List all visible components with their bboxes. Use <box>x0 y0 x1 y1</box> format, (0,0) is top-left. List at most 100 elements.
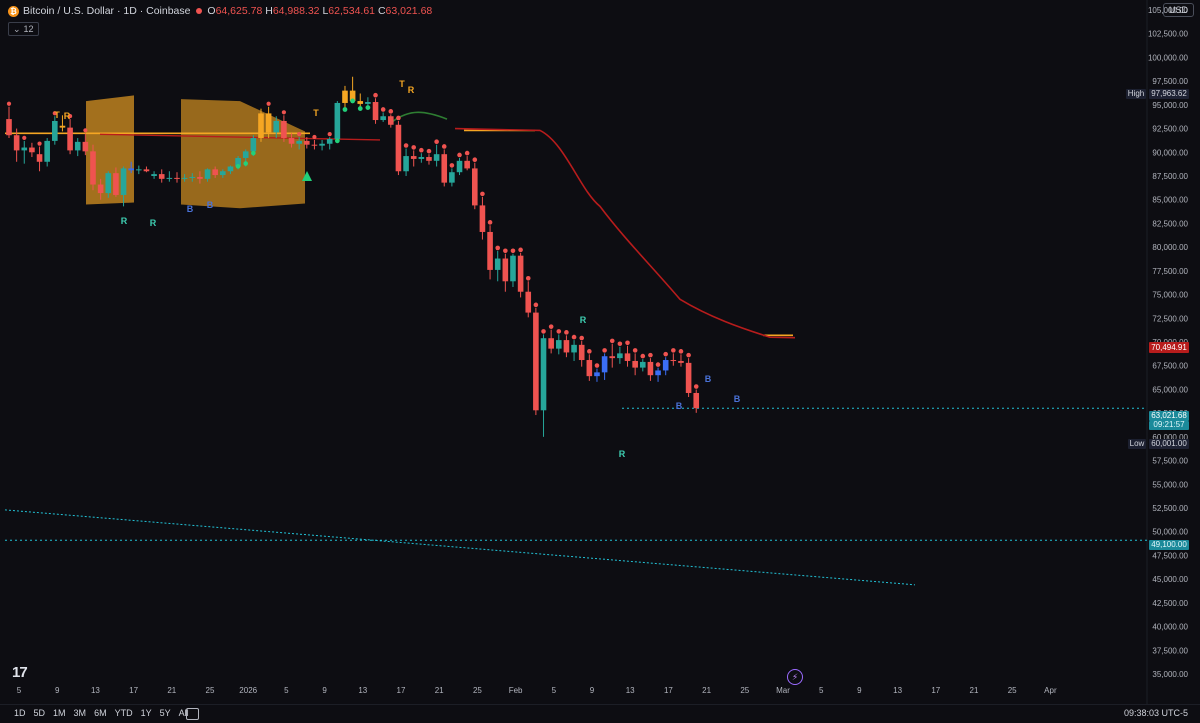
candle <box>151 171 157 179</box>
open-value: 64,625.78 <box>215 5 263 17</box>
signal-marker: B <box>734 394 741 404</box>
candle-body <box>601 356 608 373</box>
resistance-dot <box>503 248 508 254</box>
calendar-icon[interactable] <box>186 708 199 720</box>
candle <box>647 358 654 381</box>
candle <box>502 253 509 292</box>
timeframe-button[interactable]: 1D <box>14 708 26 718</box>
y-tick-label: 52,500.00 <box>1152 504 1188 513</box>
candle-body <box>128 168 134 171</box>
x-tick-label: 21 <box>970 686 979 695</box>
candle <box>426 154 432 165</box>
y-tick-label: 85,000.00 <box>1152 196 1188 205</box>
timeframe-button[interactable]: 3M <box>74 708 87 718</box>
resistance-dot <box>419 147 424 153</box>
symbol-header[interactable]: ₿ Bitcoin / U.S. Dollar · 1D · Coinbase … <box>8 4 432 18</box>
price-chart[interactable]: 105,000.00102,500.00100,000.0097,500.009… <box>0 0 1200 722</box>
x-tick-label: 5 <box>552 686 557 695</box>
supertrend-dot <box>235 164 241 169</box>
candle <box>166 171 173 182</box>
chevron-down-icon: ⌄ <box>13 24 21 34</box>
candle <box>449 168 455 187</box>
y-tick-label: 40,000.00 <box>1152 623 1188 632</box>
indicators-toggle[interactable]: ⌄ 12 <box>8 22 39 36</box>
resistance-dot <box>464 150 470 156</box>
candle-body <box>456 160 463 173</box>
candle <box>410 150 417 167</box>
symbol-title[interactable]: Bitcoin / U.S. Dollar · 1D · Coinbase <box>23 5 190 17</box>
x-tick-label: 17 <box>931 686 940 695</box>
resistance-dot <box>396 115 401 121</box>
candle-body <box>113 173 119 195</box>
signal-marker: B <box>705 374 712 384</box>
timeframe-button[interactable]: YTD <box>115 708 133 718</box>
resistance-dot <box>678 349 684 354</box>
supertrend-dot <box>243 161 249 166</box>
resistance-dot <box>510 248 516 254</box>
timeframe-button[interactable]: 1Y <box>141 708 152 718</box>
candle-body <box>571 344 577 353</box>
resistance-dot <box>632 348 638 353</box>
candle <box>136 165 142 175</box>
lightning-icon[interactable]: ⚡ <box>787 669 803 685</box>
candle-body <box>609 356 616 359</box>
currency-selector[interactable]: USD <box>1162 3 1194 17</box>
timeframe-button[interactable]: 5Y <box>160 708 171 718</box>
resistance-dot <box>640 353 646 359</box>
y-tick-label: 45,000.00 <box>1152 575 1188 584</box>
resistance-dot <box>693 384 699 389</box>
candle <box>624 345 631 367</box>
candle-body <box>525 291 532 313</box>
tradingview-logo-icon[interactable]: 17 <box>12 664 28 681</box>
resistance-dot <box>533 302 539 308</box>
y-tick-label: 67,500.00 <box>1152 362 1188 371</box>
candle-body <box>639 361 646 368</box>
y-tick-label: 82,500.00 <box>1152 219 1188 228</box>
y-tick-label: 37,500.00 <box>1152 646 1188 655</box>
low-value: 62,534.61 <box>328 5 376 17</box>
candle <box>639 359 646 372</box>
candle-body <box>670 360 677 362</box>
candle <box>258 108 264 142</box>
candle <box>21 140 28 164</box>
candle-body <box>311 144 318 146</box>
resistance-dot <box>686 352 691 358</box>
candle-body <box>21 147 28 151</box>
resistance-dot <box>297 132 302 137</box>
timeframe-button[interactable]: 6M <box>94 708 107 718</box>
resistance-dot <box>579 335 584 341</box>
time-axis[interactable]: 5 9 13 17 21 25 2026 5 9 13 17 21 25 Feb 5 9 13 17 21 25 Mar… <box>17 686 1057 695</box>
candle-body <box>410 156 417 159</box>
candle-body <box>90 151 96 185</box>
y-tick-label: 35,000.00 <box>1152 670 1188 679</box>
candle <box>540 334 547 437</box>
resistance-dot <box>655 362 661 367</box>
candle-body <box>517 255 524 292</box>
clock-readout[interactable]: 09:38:03 UTC-5 <box>1124 708 1188 718</box>
resistance-dot <box>625 340 630 346</box>
candle <box>571 340 577 361</box>
candle-body <box>372 102 379 121</box>
low-label: 60,001.00 <box>1151 439 1187 448</box>
candle <box>74 138 81 157</box>
candle-body <box>82 141 89 152</box>
candle-body <box>678 360 684 363</box>
x-tick-label: 9 <box>322 686 327 695</box>
timeframe-buttons: 1D 5D 1M 3M 6M YTD 1Y 5Y All <box>14 708 189 718</box>
candle <box>601 353 608 380</box>
candle <box>174 172 180 183</box>
candle-body <box>395 124 402 172</box>
candle-body <box>189 176 196 178</box>
candle <box>29 142 35 158</box>
ma-label: 70,494.91 <box>1151 343 1187 352</box>
candle <box>464 156 470 171</box>
trend-line <box>4 509 916 586</box>
candle-body <box>36 154 43 162</box>
candle-body <box>258 113 264 139</box>
candle-body <box>533 312 539 411</box>
y-tick-label: 77,500.00 <box>1152 267 1188 276</box>
candle-body <box>586 360 593 377</box>
timeframe-button[interactable]: 5D <box>34 708 46 718</box>
candle-body <box>685 362 692 393</box>
timeframe-button[interactable]: 1M <box>53 708 66 718</box>
